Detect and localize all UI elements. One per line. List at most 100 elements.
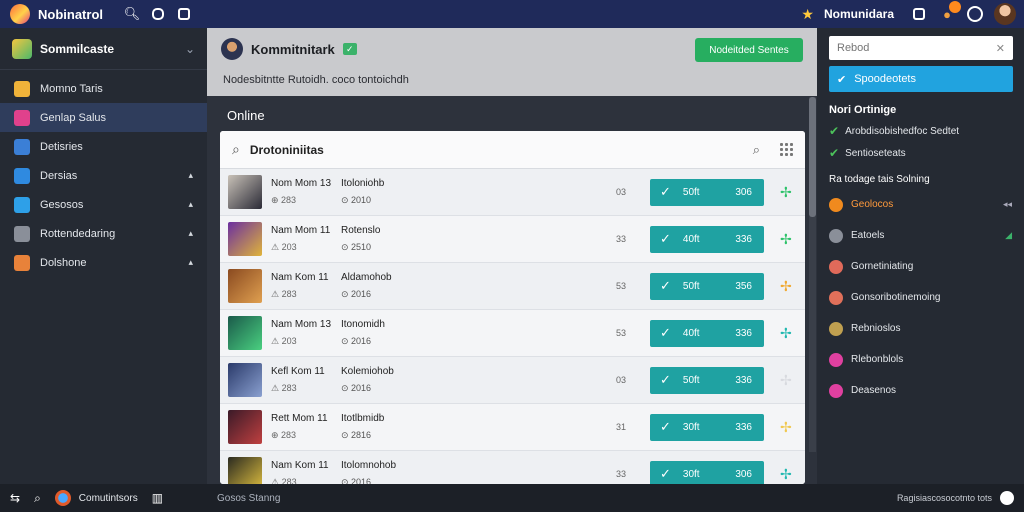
- user-name[interactable]: Nomunidara: [824, 7, 894, 21]
- sidebar-item-icon: [14, 254, 30, 271]
- row-action-button[interactable]: ✓ 50ft 306: [650, 178, 764, 206]
- sidebar-item[interactable]: Dolshone ▴: [0, 248, 207, 277]
- search-icon[interactable]: ⌕: [34, 491, 41, 506]
- notifications-button[interactable]: ●: [938, 1, 961, 23]
- settings-icon[interactable]: [966, 5, 984, 23]
- expand-arrow-icon[interactable]: ▴: [188, 228, 193, 239]
- table-row[interactable]: Rett Mom 11 ⊕ 283 Itotlbmidb ⊙ 2816 31 ✓ 30ft 3…: [220, 404, 805, 451]
- sidebar-item[interactable]: Dersias ▴: [0, 161, 207, 190]
- row-thumbnail: [228, 269, 262, 303]
- row-secondary: Itolomnohob ⊙ 2016: [341, 460, 431, 484]
- row-secondary: Rotenslo ⊙ 2510: [341, 225, 431, 253]
- status-circle-icon[interactable]: [1000, 491, 1014, 505]
- row-button-value-2: 336: [735, 421, 752, 433]
- row-meta: ⚠ 283: [271, 383, 297, 393]
- table-row[interactable]: Kefl Kom 11 ⚠ 283 Kolemiohob ⊙ 2016 03 ✓ 50ft 3…: [220, 357, 805, 404]
- row-year: ⊙ 2016: [341, 477, 372, 484]
- share-icon[interactable]: ⇆: [10, 491, 20, 505]
- row-action-button[interactable]: ✓ 50ft 336: [650, 366, 764, 394]
- table-row[interactable]: Nam Mom 13 ⚠ 203 Itonomidh ⊙ 2016 53 ✓ 40ft 336…: [220, 310, 805, 357]
- chevron-down-icon[interactable]: ⌄: [185, 42, 195, 56]
- sidebar-item[interactable]: Detisries: [0, 132, 207, 161]
- table-row[interactable]: Nam Kom 11 ⚠ 283 Itolomnohob ⊙ 2016 33 ✓ 30ft 3…: [220, 451, 805, 484]
- row-pin-icon[interactable]: ✢: [780, 372, 792, 389]
- close-icon[interactable]: ✕: [996, 42, 1005, 55]
- bottom-label[interactable]: Comutintsors: [79, 493, 138, 504]
- row-action-button[interactable]: ✓ 30ft 336: [650, 413, 764, 441]
- row-action-button[interactable]: ✓ 40ft 336: [650, 225, 764, 253]
- sidebar-item-icon: [14, 80, 30, 97]
- row-action-button[interactable]: ✓ 40ft 336: [650, 319, 764, 347]
- row-primary: Nam Mom 11 ⚠ 203: [271, 225, 341, 253]
- sidebar-item-label: Momno Taris: [40, 82, 103, 95]
- filter-list-item[interactable]: Rebnioslos: [829, 313, 1012, 344]
- row-count: 03: [616, 375, 627, 385]
- category-icon: [12, 38, 32, 59]
- expand-arrow-icon[interactable]: ▴: [188, 257, 193, 268]
- right-search-input[interactable]: [837, 42, 996, 54]
- globe-icon[interactable]: [54, 490, 71, 506]
- star-icon[interactable]: ★: [801, 6, 814, 23]
- table-row[interactable]: Nam Kom 11 ⚠ 283 Aldamohob ⊙ 2016 53 ✓ 50ft 356…: [220, 263, 805, 310]
- sidebar-item[interactable]: Gesosos ▴: [0, 190, 207, 219]
- row-pin-icon[interactable]: ✢: [780, 231, 792, 248]
- sidebar-header[interactable]: Sommilcaste ⌄: [0, 28, 207, 70]
- scroll-thumb[interactable]: [809, 97, 816, 217]
- panel-search-input[interactable]: [249, 142, 737, 157]
- row-name: Kefl Kom 11: [271, 366, 325, 377]
- row-pin-icon[interactable]: ✢: [780, 419, 792, 436]
- sidebar-item[interactable]: Rottendedaring ▴: [0, 219, 207, 248]
- filter-check[interactable]: ✔ Sentioseteats: [829, 146, 1012, 160]
- page-subtitle: Nodesbitntte Rutoidh. coco tontoichdh: [223, 74, 409, 86]
- filter-list-item[interactable]: Geolocos ◂◂: [829, 189, 1012, 220]
- expand-arrow-icon[interactable]: ▴: [188, 170, 193, 181]
- chat-icon[interactable]: [149, 5, 167, 23]
- row-action-button[interactable]: ✓ 30ft 306: [650, 460, 764, 484]
- sidebar-item-label: Dersias: [40, 169, 78, 182]
- filter-list-item[interactable]: Gornetiniating: [829, 251, 1012, 282]
- building-icon[interactable]: ▥: [152, 491, 163, 505]
- row-name: Nam Mom 11: [271, 225, 331, 236]
- row-pin-icon[interactable]: ✢: [780, 184, 792, 201]
- window-icon[interactable]: [175, 5, 193, 23]
- main-scrollbar[interactable]: [809, 97, 816, 452]
- item-avatar-icon: [829, 197, 843, 212]
- row-secondary: Itotlbmidb ⊙ 2816: [341, 413, 431, 441]
- sidebar-item-label: Gesosos: [40, 198, 84, 211]
- profile-avatar: [221, 38, 243, 60]
- row-meta: ⚠ 203: [271, 242, 297, 252]
- selected-filter[interactable]: ✔ Spoodeotets: [829, 66, 1013, 92]
- grid-view-icon[interactable]: [780, 143, 793, 156]
- trail-icon[interactable]: ◂◂: [1003, 199, 1012, 210]
- search-icon[interactable]: 🔍︎: [123, 5, 141, 23]
- panel-search-bar: ⌕ ⌕: [220, 131, 805, 169]
- row-pin-icon[interactable]: ✢: [780, 325, 792, 342]
- row-pin-icon[interactable]: ✢: [780, 278, 792, 295]
- table-row[interactable]: Nom Mom 13 ⊕ 283 Itoloniohb ⊙ 2010 03 ✓ 50ft 30…: [220, 169, 805, 216]
- row-count: 33: [616, 469, 627, 479]
- user-avatar[interactable]: [994, 3, 1016, 25]
- sidebar-item[interactable]: Momno Taris: [0, 74, 207, 103]
- search-submit-icon[interactable]: ⌕: [753, 142, 760, 158]
- filter-list-item[interactable]: Gonsoribotinemoing: [829, 282, 1012, 313]
- row-button-value-2: 356: [735, 280, 752, 292]
- filter-check[interactable]: ✔ Arobdisobishedfoc Sedtet: [829, 124, 1012, 138]
- filter-list-item[interactable]: Deasenos: [829, 375, 1012, 406]
- row-button-value: 50ft: [682, 280, 700, 292]
- trail-icon[interactable]: ◢: [1005, 230, 1012, 241]
- table-row[interactable]: Nam Mom 11 ⚠ 203 Rotenslo ⊙ 2510 33 ✓ 40ft 336 ✢: [220, 216, 805, 263]
- header-action-button[interactable]: Nodeitded Sentes: [695, 38, 803, 62]
- row-action-button[interactable]: ✓ 50ft 356: [650, 272, 764, 300]
- inbox-icon[interactable]: [910, 5, 928, 23]
- sidebar-item[interactable]: Genlap Salus: [0, 103, 207, 132]
- row-button-value: 40ft: [682, 233, 700, 245]
- sidebar-list: Momno Taris Genlap Salus Detisries Dersias ▴…: [0, 70, 207, 277]
- filter-list-item[interactable]: Eatoels ◢: [829, 220, 1012, 251]
- filter-list-item[interactable]: Rlebonblols: [829, 344, 1012, 375]
- row-pin-icon[interactable]: ✢: [780, 466, 792, 483]
- row-count: 53: [616, 328, 627, 338]
- check-icon: ✓: [660, 466, 671, 481]
- row-thumbnail: [228, 222, 262, 256]
- check-icon: ✓: [660, 278, 671, 293]
- expand-arrow-icon[interactable]: ▴: [188, 199, 193, 210]
